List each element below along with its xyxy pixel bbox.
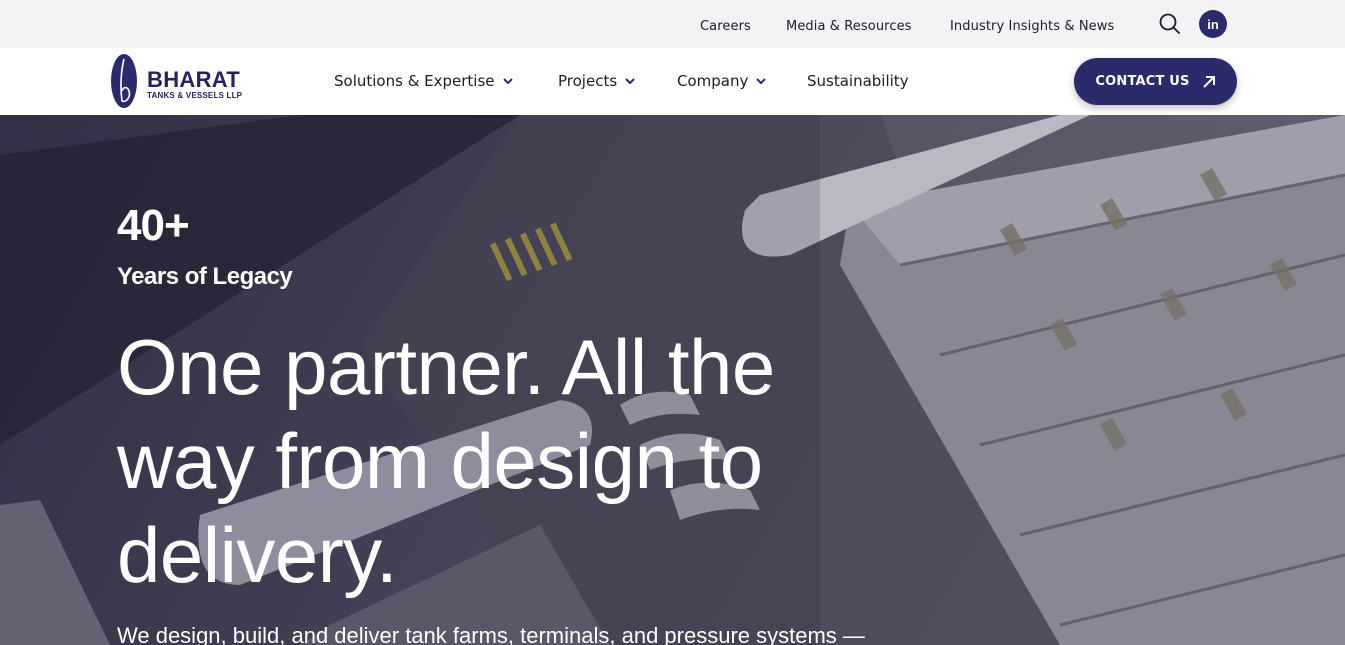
nav-solutions-expertise[interactable]: Solutions & Expertise [334, 72, 513, 90]
hero-title: One partner. All the way from design to … [117, 323, 775, 599]
main-navigation: BHARAT TANKS & VESSELS LLP Solutions & E… [0, 48, 1345, 115]
nav-sustainability[interactable]: Sustainability [807, 72, 909, 90]
hero-section: 40+ Years of Legacy One partner. All the… [0, 115, 1345, 645]
media-resources-link[interactable]: Media & Resources [786, 19, 912, 34]
hero-stat-label: Years of Legacy [117, 263, 293, 290]
logo-mark-icon [111, 54, 137, 108]
hero-subtitle: We design, build, and deliver tank farms… [117, 623, 865, 645]
contact-us-label: CONTACT US [1095, 74, 1190, 89]
chevron-down-icon [502, 77, 513, 84]
nav-label: Company [677, 72, 749, 90]
nav-label: Sustainability [807, 72, 909, 90]
utility-bar: Careers Media & Resources Industry Insig… [0, 0, 1345, 48]
arrow-up-right-icon [1202, 75, 1215, 88]
linkedin-icon[interactable]: in [1199, 10, 1227, 38]
chevron-down-icon [756, 77, 767, 84]
brand-subname: TANKS & VESSELS LLP [147, 91, 243, 100]
hero-stat-value: 40+ [117, 201, 190, 250]
search-icon[interactable] [1158, 12, 1182, 36]
nav-label: Projects [558, 72, 618, 90]
nav-label: Solutions & Expertise [334, 72, 495, 90]
nav-company[interactable]: Company [677, 72, 767, 90]
chevron-down-icon [625, 77, 635, 84]
nav-projects[interactable]: Projects [558, 72, 635, 90]
brand-logo[interactable]: BHARAT TANKS & VESSELS LLP [110, 53, 270, 109]
industry-insights-link[interactable]: Industry Insights & News [950, 19, 1114, 34]
brand-name: BHARAT [147, 67, 241, 92]
careers-link[interactable]: Careers [700, 19, 751, 34]
contact-us-button[interactable]: CONTACT US [1074, 58, 1237, 105]
